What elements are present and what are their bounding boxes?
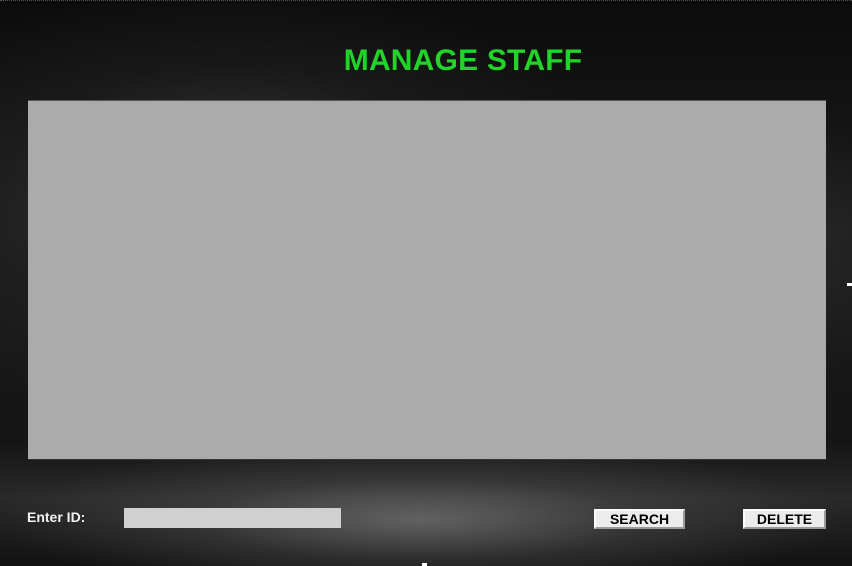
staff-table[interactable] bbox=[28, 100, 826, 460]
enter-id-label: Enter ID: bbox=[27, 509, 86, 525]
manage-staff-window: MANAGE STAFF Enter ID: SEARCH DELETE bbox=[0, 0, 852, 566]
window-top-border bbox=[0, 0, 852, 2]
page-title: MANAGE STAFF bbox=[343, 44, 583, 77]
search-button[interactable]: SEARCH bbox=[594, 509, 685, 529]
resize-handle-right[interactable] bbox=[847, 283, 852, 286]
id-input[interactable] bbox=[124, 508, 341, 528]
delete-button[interactable]: DELETE bbox=[743, 509, 826, 529]
